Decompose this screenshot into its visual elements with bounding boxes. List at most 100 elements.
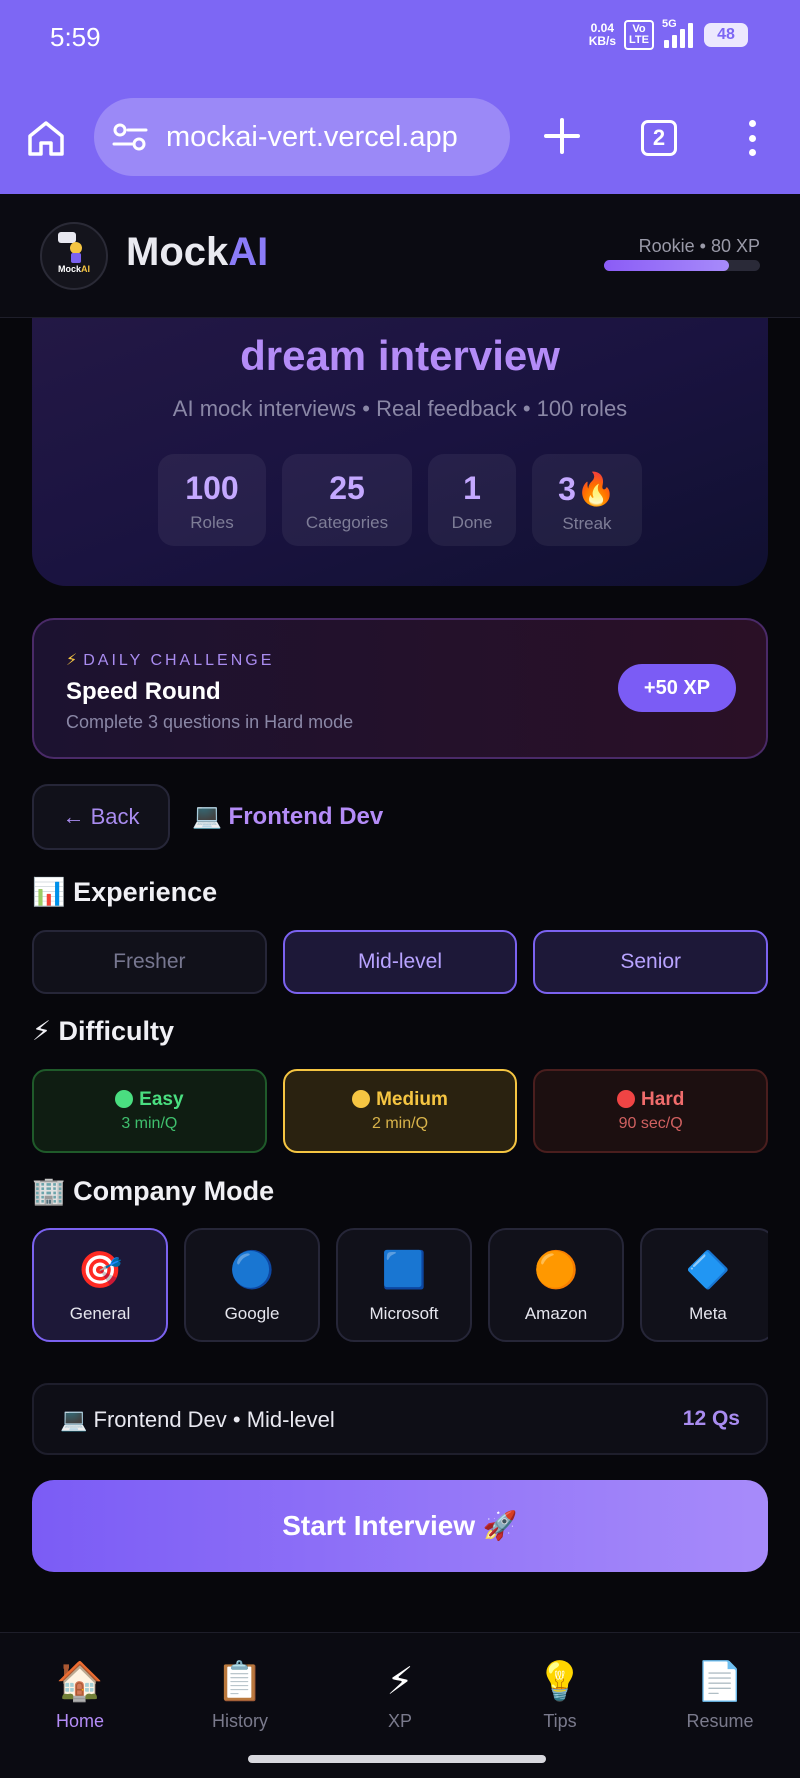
difficulty-option-easy[interactable]: Easy 3 min/Q <box>32 1069 267 1153</box>
company-options-scroller[interactable]: 🎯 General 🔵 Google 🟦 Microsoft 🟠 Amazon … <box>32 1228 768 1344</box>
stats-row: 100 Roles 25 Categories 1 Done 3🔥 Streak <box>32 454 768 546</box>
stat-label: Done <box>451 513 493 532</box>
company-option-meta[interactable]: 🔷 Meta <box>640 1228 768 1342</box>
more-menu-icon[interactable] <box>744 120 760 156</box>
new-tab-icon[interactable] <box>542 116 582 156</box>
difficulty-options: Easy 3 min/Q Medium 2 min/Q Hard 90 sec/… <box>32 1069 769 1153</box>
bolt-icon: ⚡ <box>66 652 78 669</box>
lightbulb-icon: 💡 <box>536 1661 584 1703</box>
blue-circle-icon: 🔵 <box>229 1249 275 1290</box>
network-speed: 0.04 KB/s <box>589 22 616 48</box>
daily-challenge-tag-text: DAILY CHALLENGE <box>83 652 275 669</box>
yellow-dot-icon <box>352 1090 371 1108</box>
difficulty-option-hard[interactable]: Hard 90 sec/Q <box>533 1069 769 1153</box>
browser-chrome: 5:59 0.04 KB/s Vo LTE 5G 48 mockai-vert.… <box>0 0 800 194</box>
red-dot-icon <box>617 1090 636 1108</box>
orange-circle-icon: 🟠 <box>533 1249 579 1290</box>
hero-title: dream interview <box>240 332 560 379</box>
difficulty-heading: ⚡ Difficulty <box>32 1016 174 1046</box>
target-icon: 🎯 <box>77 1249 123 1290</box>
xp-reward-badge[interactable]: +50 XP <box>618 664 736 712</box>
hero-subtitle: AI mock interviews • Real feedback • 100… <box>172 396 628 421</box>
nav-home[interactable]: 🏠 Home <box>0 1633 160 1778</box>
difficulty-option-medium[interactable]: Medium 2 min/Q <box>282 1069 518 1153</box>
company-option-amazon[interactable]: 🟠 Amazon <box>488 1228 624 1342</box>
company-name: Google <box>224 1304 280 1323</box>
difficulty-name: Easy <box>34 1089 265 1111</box>
difficulty-name-text: Easy <box>139 1089 184 1110</box>
network-type: 5G <box>662 18 677 30</box>
document-icon: 📄 <box>696 1661 744 1703</box>
app-logo: MockAI <box>40 222 108 290</box>
daily-challenge-title: Speed Round <box>66 678 221 705</box>
daily-challenge-tag: ⚡ DAILY CHALLENGE <box>66 650 274 670</box>
company-mode-heading: 🏢 Company Mode <box>32 1176 275 1206</box>
stat-value: 25 <box>329 470 365 506</box>
xp-progress-bar <box>604 260 760 271</box>
back-button[interactable]: ← Back <box>32 784 170 850</box>
logo-text-a: Mock <box>57 264 81 274</box>
xp-progress-fill <box>604 260 729 271</box>
url-text[interactable]: mockai-vert.vercel.app <box>166 121 458 154</box>
daily-challenge-card[interactable]: ⚡ DAILY CHALLENGE Speed Round Complete 3 … <box>32 618 768 759</box>
nav-resume[interactable]: 📄 Resume <box>640 1633 800 1778</box>
battery-icon: 48 <box>704 23 748 47</box>
house-icon: 🏠 <box>56 1661 104 1703</box>
mascot-icon <box>58 232 82 263</box>
stat-roles: 100 Roles <box>158 454 266 546</box>
volte-text-bottom: LTE <box>629 34 649 46</box>
difficulty-name: Medium <box>285 1089 516 1111</box>
status-icons: 0.04 KB/s Vo LTE 5G 48 <box>589 18 748 50</box>
clipboard-icon: 📋 <box>216 1661 264 1703</box>
role-title: 💻 Frontend Dev <box>192 803 384 830</box>
app-header: MockAI MockAI Rookie • 80 XP <box>0 194 800 318</box>
green-dot-icon <box>115 1090 134 1108</box>
brand-name-a: Mock <box>126 230 229 274</box>
tab-switcher-button[interactable]: 2 <box>641 120 677 156</box>
nav-label: History <box>211 1711 268 1731</box>
url-bar[interactable]: mockai-vert.vercel.app <box>94 98 510 176</box>
logo-text-b: AI <box>81 264 90 274</box>
difficulty-name-text: Medium <box>376 1089 448 1110</box>
stat-label: Streak <box>562 514 612 533</box>
stat-label: Roles <box>190 513 234 532</box>
nav-label: XP <box>387 1711 412 1731</box>
stat-value: 1 <box>463 470 481 506</box>
home-icon[interactable] <box>26 118 66 158</box>
signal-icon: 5G <box>662 18 696 48</box>
difficulty-time: 2 min/Q <box>372 1115 429 1132</box>
nav-label: Tips <box>543 1711 577 1731</box>
lightning-icon: ⚡ <box>386 1661 414 1703</box>
blue-diamond-icon: 🔷 <box>685 1249 731 1290</box>
company-name: Microsoft <box>369 1304 439 1323</box>
nav-label: Home <box>55 1711 104 1731</box>
logo-text: MockAI <box>42 264 106 274</box>
brand-name: MockAI <box>126 230 268 275</box>
company-name: Amazon <box>524 1304 588 1323</box>
company-name: Meta <box>689 1304 727 1323</box>
interview-summary: 💻 Frontend Dev • Mid-level 12 Qs <box>32 1383 768 1455</box>
experience-option-fresher[interactable]: Fresher <box>32 930 267 994</box>
stat-value: 100 <box>185 470 239 506</box>
network-speed-unit: KB/s <box>588 34 617 48</box>
summary-role-level: 💻 Frontend Dev • Mid-level <box>60 1407 335 1432</box>
difficulty-time: 90 sec/Q <box>618 1115 683 1132</box>
site-settings-icon[interactable] <box>112 122 148 152</box>
stat-categories: 25 Categories <box>282 454 412 546</box>
experience-option-mid-level[interactable]: Mid-level <box>282 930 518 994</box>
status-time: 5:59 <box>50 22 101 52</box>
stat-streak: 3🔥 Streak <box>532 454 642 546</box>
experience-option-senior[interactable]: Senior <box>533 930 769 994</box>
start-interview-button[interactable]: Start Interview 🚀 <box>32 1480 768 1572</box>
company-option-microsoft[interactable]: 🟦 Microsoft <box>336 1228 472 1342</box>
company-options: 🎯 General 🔵 Google 🟦 Microsoft 🟠 Amazon … <box>32 1228 768 1342</box>
stat-label: Categories <box>305 513 389 532</box>
hero-card: dream interview AI mock interviews • Rea… <box>32 318 768 586</box>
company-option-google[interactable]: 🔵 Google <box>184 1228 320 1342</box>
company-option-general[interactable]: 🎯 General <box>32 1228 168 1342</box>
stat-done: 1 Done <box>428 454 516 546</box>
nav-label: Resume <box>686 1711 754 1731</box>
gesture-bar[interactable] <box>248 1755 546 1763</box>
company-name: General <box>69 1304 131 1323</box>
rank-label: Rookie • 80 XP <box>638 236 760 256</box>
